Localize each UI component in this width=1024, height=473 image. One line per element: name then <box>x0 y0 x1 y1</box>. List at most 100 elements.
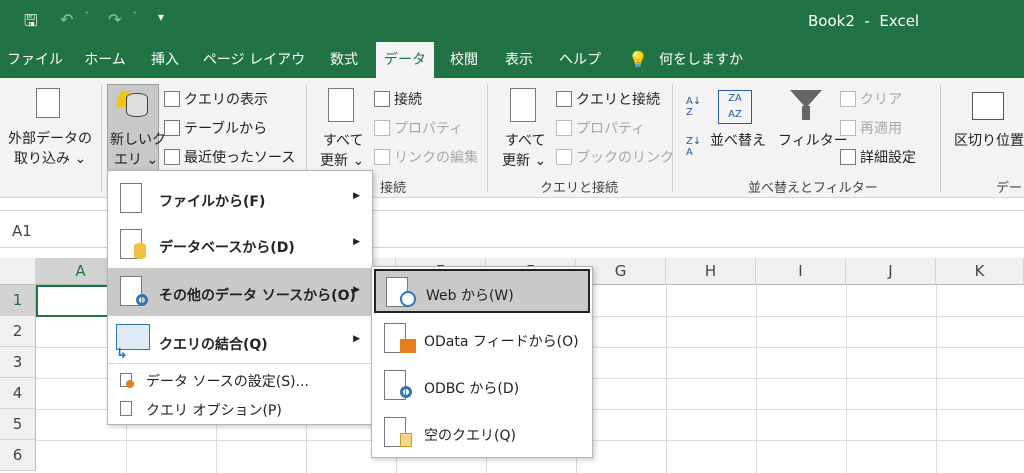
edit-links-button[interactable]: リンクの編集 <box>374 147 478 167</box>
separator <box>672 84 673 192</box>
tab-insert[interactable]: 挿入 <box>140 42 190 78</box>
links-icon <box>374 149 390 165</box>
group-label-queries: クエリと接続 <box>540 181 619 196</box>
menu-item-from-database[interactable]: データベースから(D) ▶ <box>108 221 372 267</box>
database-icon <box>134 243 146 259</box>
from-database-label: データベースから(D) <box>159 240 295 256</box>
filter-stem <box>802 106 810 120</box>
customize-qat-icon[interactable]: ▾ <box>158 10 164 24</box>
menu-item-from-odata[interactable]: OData フィードから(O) <box>374 317 590 361</box>
row-header[interactable]: 4 <box>0 378 36 409</box>
menu-item-from-web[interactable]: Web から(W) <box>374 269 590 313</box>
properties-icon <box>556 120 572 136</box>
menu-item-query-options[interactable]: クエリ オプション(P) <box>108 395 372 423</box>
column-header[interactable]: J <box>846 258 936 285</box>
redo-icon[interactable]: ↷ <box>108 10 121 29</box>
separator <box>487 84 488 192</box>
scroll-icon <box>400 433 412 447</box>
tab-home[interactable]: ホーム <box>76 42 134 78</box>
save-icon[interactable]: 🖫 <box>24 10 38 37</box>
ribbon-tabs: ファイル ホーム 挿入 ページ レイアウト 数式 データ 校閲 表示 ヘルプ 💡… <box>0 42 1024 104</box>
from-file-label: ファイルから(F) <box>159 194 266 210</box>
row-header[interactable]: 6 <box>0 440 36 471</box>
clear-button[interactable]: クリア <box>840 89 902 109</box>
undo-icon[interactable]: ↶ <box>60 10 73 29</box>
database-icon <box>126 93 148 117</box>
row-header[interactable]: 3 <box>0 347 36 378</box>
query-options-label: クエリ オプション(P) <box>146 403 282 419</box>
gridline <box>666 285 667 473</box>
gridline <box>936 285 937 473</box>
group-label-data-tools: デー <box>996 181 1023 196</box>
from-other-sources-label: その他のデータ ソースから(O) <box>159 288 356 304</box>
tab-formulas[interactable]: 数式 <box>318 42 370 78</box>
gear-icon <box>136 294 148 306</box>
advanced-button[interactable]: 詳細設定 <box>840 147 916 167</box>
sort-az-icon[interactable]: A↓ Z <box>686 96 701 118</box>
menu-item-from-file[interactable]: ファイルから(F) ▶ <box>108 175 372 221</box>
lightbulb-icon: 💡 <box>628 50 648 69</box>
refresh-all-icon-2 <box>510 88 536 122</box>
sort-za-icon[interactable]: Z↓ A <box>686 136 701 158</box>
menu-item-combine-queries[interactable]: ↳ クエリの結合(Q) ▶ <box>108 318 372 364</box>
globe-icon <box>400 291 416 307</box>
select-all-corner[interactable] <box>0 258 36 285</box>
menu-item-data-source-settings[interactable]: データ ソースの設定(S)... <box>108 366 372 394</box>
filter-button[interactable]: フィルター <box>778 130 848 150</box>
from-table-button[interactable]: テーブルから <box>164 118 267 138</box>
properties-button[interactable]: プロパティ <box>374 118 463 138</box>
column-header[interactable]: I <box>756 258 846 285</box>
reapply-button[interactable]: 再適用 <box>840 118 902 138</box>
workbook-links-icon <box>556 149 572 165</box>
redo-dropdown-icon[interactable]: ˇ <box>132 10 138 23</box>
refresh-all-2-label2[interactable]: 更新 ⌄ <box>502 150 546 170</box>
show-queries-label: クエリの表示 <box>184 92 268 108</box>
text-to-columns-button[interactable]: 区切り位置 <box>954 130 1024 150</box>
properties-2-button[interactable]: プロパティ <box>556 118 645 138</box>
refresh-all-label2[interactable]: 更新 ⌄ <box>320 150 364 170</box>
tell-me-search[interactable]: 何をしますか <box>656 42 746 78</box>
row-header[interactable]: 2 <box>0 316 36 347</box>
separator <box>940 84 941 192</box>
tab-view[interactable]: 表示 <box>494 42 544 78</box>
gridline <box>846 285 847 473</box>
tab-review[interactable]: 校閲 <box>440 42 488 78</box>
separator <box>101 84 102 192</box>
undo-dropdown-icon[interactable]: ˇ <box>84 10 90 23</box>
properties-label: プロパティ <box>394 121 464 137</box>
menu-item-blank-query[interactable]: 空のクエリ(Q) <box>374 411 590 455</box>
row-header[interactable]: 5 <box>0 409 36 440</box>
clear-filter-icon <box>840 91 856 107</box>
from-odbc-label: ODBC から(D) <box>424 381 520 397</box>
gridline <box>756 285 757 473</box>
tab-file[interactable]: ファイル <box>4 42 66 78</box>
submenu-arrow-icon: ▶ <box>353 237 360 247</box>
menu-item-from-other-sources[interactable]: その他のデータ ソースから(O) ▶ <box>108 268 372 316</box>
refresh-all-label1[interactable]: すべて <box>323 130 363 150</box>
sort-button[interactable]: 並べ替え <box>710 130 766 150</box>
column-header[interactable]: H <box>666 258 756 285</box>
connections-icon <box>374 91 390 107</box>
column-header[interactable]: K <box>936 258 1024 285</box>
tab-help[interactable]: ヘルプ <box>550 42 610 78</box>
options-file-icon <box>120 401 132 416</box>
new-query-button[interactable]: 新しいク エリ ⌄ <box>107 84 166 172</box>
properties-2-label: プロパティ <box>576 121 646 137</box>
tab-data[interactable]: データ <box>376 42 434 78</box>
row-header[interactable]: 1 <box>0 285 36 316</box>
workbook-links-button[interactable]: ブックのリンク <box>556 147 674 167</box>
queries-connections-label: クエリと接続 <box>576 92 660 108</box>
text-to-columns-icon <box>972 92 1004 120</box>
recent-sources-button[interactable]: 最近使ったソース <box>164 147 295 167</box>
connections-button[interactable]: 接続 <box>374 89 422 109</box>
clock-file-icon <box>164 149 180 165</box>
combine-queries-label: クエリの結合(Q) <box>159 337 268 353</box>
get-external-data-label2[interactable]: 取り込み ⌄ <box>14 148 86 168</box>
refresh-all-2-label1[interactable]: すべて <box>505 130 545 150</box>
queries-connections-button[interactable]: クエリと接続 <box>556 89 660 109</box>
show-queries-button[interactable]: クエリの表示 <box>164 89 268 109</box>
menu-item-from-odbc[interactable]: ODBC から(D) <box>374 364 590 408</box>
get-external-data-label1[interactable]: 外部データの <box>8 128 92 148</box>
submenu-arrow-icon: ▶ <box>353 285 360 295</box>
tab-page-layout[interactable]: ページ レイアウト <box>196 42 312 104</box>
